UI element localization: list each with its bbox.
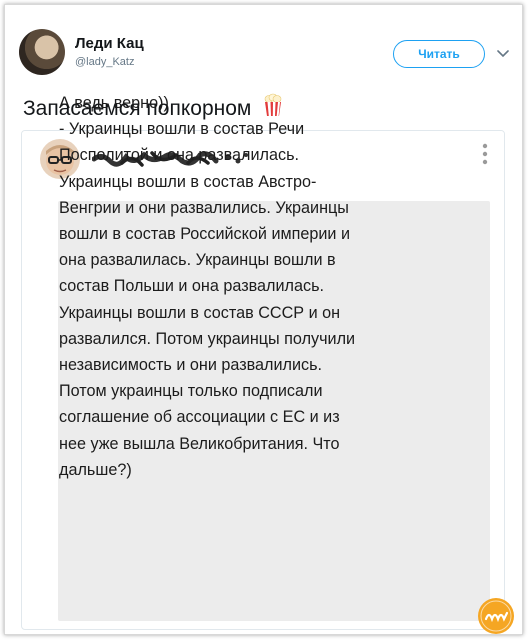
- post-line: Посполитой и она развалилась.: [59, 146, 300, 165]
- post-line: вошли в состав Российской империи и: [59, 225, 351, 244]
- post-line: развалился. Потом украинцы получили: [59, 329, 356, 348]
- author-name[interactable]: Леди Кац: [75, 35, 144, 52]
- follow-button[interactable]: Читать: [393, 40, 485, 68]
- tweet-card: Леди Кац @lady_Katz Читать Запасаемся по…: [4, 4, 523, 635]
- more-vertical-icon[interactable]: [482, 143, 488, 165]
- watermark-logo: [478, 598, 514, 634]
- post-line: - Украинцы вошли в состав Речи: [59, 120, 305, 139]
- post-line: она развалилась. Украинцы вошли в: [59, 251, 336, 270]
- post-line: дальше?): [59, 460, 132, 479]
- post-line: Потом украинцы только подписали: [59, 382, 323, 401]
- post-line: Украинцы вошли в состав Австро-: [59, 172, 317, 191]
- author-handle[interactable]: @lady_Katz: [75, 56, 134, 68]
- post-line: соглашение об ассоциации с ЕС и из: [59, 408, 340, 427]
- post-line: нее уже вышла Великобритания. Что: [59, 434, 340, 453]
- post-line: Украинцы вошли в состав СССР и он: [59, 303, 341, 322]
- post-line: состав Польши и она развалилась.: [59, 277, 324, 296]
- post-line: А ведь верно)): [59, 94, 169, 112]
- chevron-down-icon[interactable]: [495, 45, 511, 61]
- post-line: независимость и они развалились.: [59, 356, 323, 375]
- post-line: Венгрии и они развалились. Украинцы: [59, 198, 349, 217]
- author-avatar[interactable]: [19, 29, 65, 75]
- post-text: А ведь верно)) - Украинцы вошли в состав…: [59, 90, 459, 483]
